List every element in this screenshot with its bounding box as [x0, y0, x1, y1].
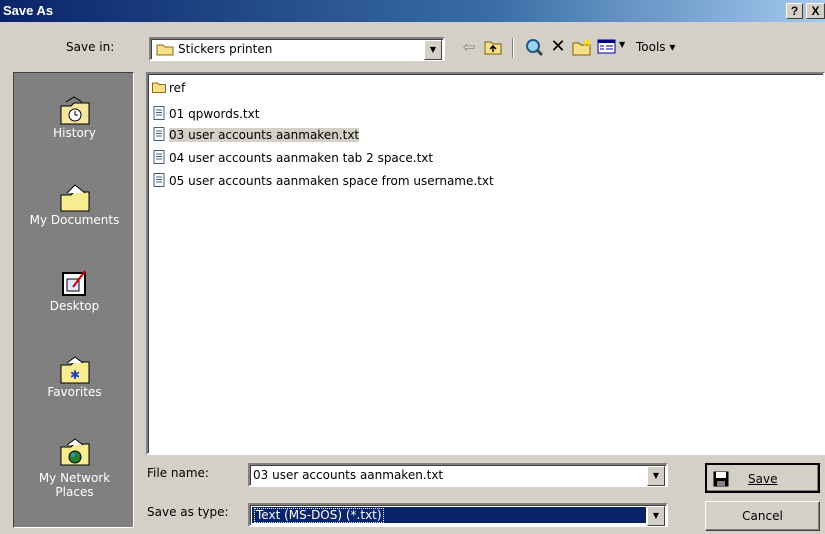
- views-chevron-icon[interactable]: ▼: [619, 40, 625, 49]
- network-places-icon: [60, 438, 89, 466]
- save-in-value: Stickers printen: [178, 42, 273, 56]
- place-label: My Documents: [29, 213, 120, 227]
- file-list[interactable]: ref 01 qpwords.txt 03 user accounts aanm…: [146, 72, 825, 455]
- chevron-down-icon[interactable]: ▼: [647, 466, 665, 486]
- text-file-icon: [153, 150, 165, 164]
- cancel-button[interactable]: Cancel: [705, 501, 820, 531]
- place-history[interactable]: History: [14, 96, 135, 140]
- save-in-dropdown[interactable]: Stickers printen ▼: [149, 37, 445, 61]
- my-documents-icon: [60, 184, 89, 212]
- views-icon[interactable]: [596, 36, 618, 58]
- history-icon: [60, 96, 89, 125]
- place-desktop[interactable]: Desktop: [14, 269, 135, 313]
- places-bar: History My Documents Desktop ✱ Favorites…: [13, 72, 134, 528]
- desktop-icon: [61, 270, 86, 296]
- save-in-label: Save in:: [66, 40, 115, 54]
- svg-text:✱: ✱: [69, 368, 79, 382]
- file-name-value[interactable]: 03 user accounts aanmaken.txt: [253, 468, 443, 482]
- place-label: Desktop: [49, 299, 100, 313]
- save-as-type-dropdown[interactable]: Text (MS-DOS) (*.txt) ▼: [248, 503, 668, 527]
- back-icon[interactable]: ⇦: [458, 36, 480, 58]
- folder-icon: [156, 44, 174, 56]
- favorites-icon: ✱: [60, 356, 89, 384]
- text-file-icon: [153, 106, 165, 120]
- new-folder-icon[interactable]: [571, 36, 593, 58]
- save-as-type-value: Text (MS-DOS) (*.txt): [254, 508, 384, 523]
- place-favorites[interactable]: ✱ Favorites: [14, 355, 135, 399]
- up-folder-icon[interactable]: [482, 36, 504, 58]
- toolbar-separator: [512, 38, 514, 58]
- search-web-icon[interactable]: [523, 36, 545, 58]
- list-item[interactable]: 03 user accounts aanmaken.txt: [152, 126, 360, 144]
- list-item[interactable]: 01 qpwords.txt: [152, 105, 259, 123]
- window-title: Save As: [3, 3, 54, 18]
- list-item[interactable]: 04 user accounts aanmaken tab 2 space.tx…: [152, 149, 433, 167]
- tools-menu[interactable]: Tools ▾: [636, 40, 675, 54]
- chevron-down-icon[interactable]: ▼: [647, 506, 665, 526]
- place-label: Favorites: [47, 385, 102, 399]
- folder-icon: [152, 82, 166, 93]
- save-as-type-label: Save as type:: [147, 505, 229, 519]
- text-file-icon: [153, 127, 165, 141]
- place-label: My Network: [38, 471, 111, 485]
- help-button[interactable]: ?: [786, 3, 803, 19]
- close-button[interactable]: X: [806, 3, 825, 19]
- file-name-field[interactable]: 03 user accounts aanmaken.txt ▼: [248, 463, 668, 487]
- delete-icon[interactable]: ✕: [547, 36, 569, 58]
- list-item[interactable]: ref: [152, 79, 185, 97]
- chevron-down-icon[interactable]: ▼: [424, 40, 442, 60]
- title-bar[interactable]: Save As ? X: [0, 0, 825, 22]
- place-label: History: [53, 126, 96, 140]
- save-button[interactable]: Save: [705, 463, 820, 493]
- list-item[interactable]: 05 user accounts aanmaken space from use…: [152, 172, 494, 190]
- place-network[interactable]: My Network Places: [14, 437, 135, 499]
- place-label: Places: [55, 485, 94, 499]
- text-file-icon: [153, 173, 165, 187]
- place-my-documents[interactable]: My Documents: [14, 183, 135, 227]
- save-icon: [713, 471, 729, 487]
- file-name-label: File name:: [147, 466, 209, 480]
